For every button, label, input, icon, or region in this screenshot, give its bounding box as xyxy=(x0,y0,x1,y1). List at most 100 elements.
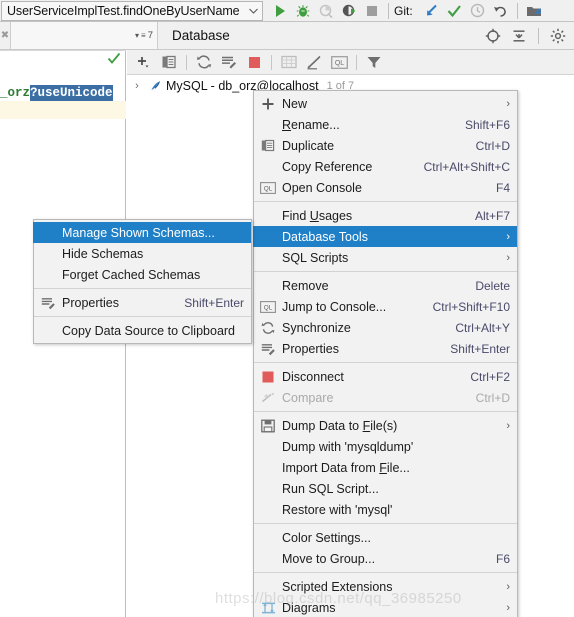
menu-item-dump-with-mysqldump[interactable]: Dump with 'mysqldump' xyxy=(254,436,517,457)
toolbar-divider-2 xyxy=(516,2,518,19)
menu-separator xyxy=(254,271,517,272)
submenu-item-manage-shown-schemas[interactable]: Manage Shown Schemas... xyxy=(33,222,251,243)
menu-item-label: Remove xyxy=(282,278,329,293)
hide-panel-icon[interactable]: ✖ xyxy=(0,22,10,49)
menu-item-shortcut: Ctrl+Alt+Shift+C xyxy=(423,159,510,174)
disconnect-button[interactable] xyxy=(242,51,266,73)
floppy-save-icon xyxy=(254,419,282,433)
mysql-dolphin-icon xyxy=(148,79,163,94)
menu-item-duplicate[interactable]: Duplicate Ctrl+D xyxy=(254,135,517,156)
git-history-button[interactable] xyxy=(467,1,489,21)
open-console-button[interactable]: QL xyxy=(327,51,351,73)
toolbar-divider-2 xyxy=(271,54,272,70)
menu-item-find-usages[interactable]: Find Usages Alt+F7 xyxy=(254,205,517,226)
menu-item-sql-scripts[interactable]: SQL Scripts › xyxy=(254,247,517,268)
chevron-right-icon: › xyxy=(506,97,510,110)
menu-item-label: Rename... xyxy=(282,117,340,132)
menu-item-shortcut: F4 xyxy=(495,180,510,195)
checkmark-ok-icon xyxy=(107,52,121,65)
svg-text:QL: QL xyxy=(264,304,273,311)
run-configuration-label: UserServiceImplTest.findOneByUserName xyxy=(7,3,240,18)
menu-item-copy-reference[interactable]: Copy Reference Ctrl+Alt+Shift+C xyxy=(254,156,517,177)
menu-item-disconnect[interactable]: Disconnect Ctrl+F2 xyxy=(254,366,517,387)
menu-item-new[interactable]: New › xyxy=(254,93,517,114)
project-structure-button[interactable] xyxy=(523,1,545,21)
properties-button[interactable] xyxy=(217,51,241,73)
panel-header-row: ✖ ▾ ≡ 7 Database xyxy=(0,22,574,50)
menu-separator xyxy=(254,201,517,202)
chevron-right-icon: › xyxy=(506,419,510,432)
watermark: https://blog.csdn.net/qq_36985250 xyxy=(215,590,462,607)
menu-item-compare: Compare Ctrl+D xyxy=(254,387,517,408)
run-with-coverage-button[interactable] xyxy=(315,1,337,21)
database-tools-submenu[interactable]: Manage Shown Schemas... Hide Schemas Forge… xyxy=(33,219,252,344)
gear-icon[interactable] xyxy=(546,24,570,48)
menu-item-label: Dump Data to File(s) xyxy=(282,418,398,433)
add-data-source-button[interactable] xyxy=(132,51,156,73)
menu-item-label: Dump with 'mysqldump' xyxy=(282,439,414,454)
properties-wrench-icon xyxy=(254,342,282,356)
toolbar-divider-3 xyxy=(356,54,357,70)
run-configuration-selector[interactable]: UserServiceImplTest.findOneByUserName xyxy=(1,0,263,21)
menu-item-restore-with-mysql[interactable]: Restore with 'mysql' xyxy=(254,499,517,520)
search-input[interactable]: ▾ ≡ 7 xyxy=(10,22,158,49)
submenu-item-copy-data-source-to-clipboard[interactable]: Copy Data Source to Clipboard xyxy=(34,320,251,341)
submenu-item-hide-schemas[interactable]: Hide Schemas xyxy=(34,243,251,264)
red-square-icon xyxy=(254,371,282,383)
git-commit-button[interactable] xyxy=(444,1,466,21)
git-rollback-button[interactable] xyxy=(490,1,512,21)
menu-item-database-tools[interactable]: Database Tools › xyxy=(253,226,517,247)
git-update-button[interactable] xyxy=(421,1,443,21)
editor-top-rule xyxy=(0,50,126,51)
menu-item-shortcut: Ctrl+Shift+F10 xyxy=(432,299,510,314)
menu-item-label: Copy Reference xyxy=(282,159,373,174)
toolbar-divider xyxy=(186,54,187,70)
menu-item-label: Find Usages xyxy=(282,208,353,223)
menu-separator xyxy=(34,316,251,317)
menu-item-shortcut: Shift+F6 xyxy=(464,117,510,132)
menu-separator xyxy=(254,411,517,412)
menu-item-label: Database Tools xyxy=(282,229,368,244)
editor-code-line[interactable]: _orz ?useUnicode xyxy=(0,84,126,101)
chevron-right-icon[interactable]: › xyxy=(129,80,145,92)
debug-button[interactable] xyxy=(292,1,314,21)
collapse-all-icon[interactable] xyxy=(507,24,531,48)
menu-item-label: Synchronize xyxy=(282,320,351,335)
menu-item-synchronize[interactable]: Synchronize Ctrl+Alt+Y xyxy=(254,317,517,338)
jump-to-data-button[interactable] xyxy=(277,51,301,73)
chevron-down-icon xyxy=(243,8,258,14)
menu-item-shortcut: Alt+F7 xyxy=(474,208,510,223)
menu-item-properties[interactable]: Properties Shift+Enter xyxy=(254,338,517,359)
menu-item-shortcut: Ctrl+D xyxy=(475,390,510,405)
copy-icon xyxy=(254,139,282,153)
run-button[interactable] xyxy=(269,1,291,21)
context-menu[interactable]: New › Rename... Shift+F6 Duplicate Ctrl+D Copy… xyxy=(253,90,518,617)
editor-highlight-line xyxy=(0,101,126,119)
duplicate-button[interactable] xyxy=(157,51,181,73)
stop-button[interactable] xyxy=(361,1,383,21)
menu-item-shortcut: Ctrl+Alt+Y xyxy=(455,320,510,335)
menu-item-label: Move to Group... xyxy=(282,551,376,566)
main-toolbar: UserServiceImplTest.findOneByUserName Gi… xyxy=(0,0,574,22)
menu-item-move-to-group[interactable]: Move to Group... F6 xyxy=(254,548,517,569)
filter-button[interactable] xyxy=(362,51,386,73)
menu-item-jump-to-console[interactable]: QL Jump to Console... Ctrl+Shift+F10 xyxy=(254,296,517,317)
edit-data-button[interactable] xyxy=(302,51,326,73)
menu-item-color-settings[interactable]: Color Settings... xyxy=(254,527,517,548)
plus-icon xyxy=(254,97,282,111)
run-profiler-button[interactable] xyxy=(338,1,360,21)
target-crosshair-icon[interactable] xyxy=(481,24,505,48)
search-count: 7 xyxy=(147,30,153,41)
ql-console-icon: QL xyxy=(254,181,282,194)
menu-item-import-data-from-file[interactable]: Import Data from File... xyxy=(254,457,517,478)
menu-item-run-sql-script[interactable]: Run SQL Script... xyxy=(254,478,517,499)
synchronize-button[interactable] xyxy=(192,51,216,73)
submenu-item-forget-cached-schemas[interactable]: Forget Cached Schemas xyxy=(34,264,251,285)
submenu-item-properties[interactable]: Properties Shift+Enter xyxy=(34,292,251,313)
menu-item-remove[interactable]: Remove Delete xyxy=(254,275,517,296)
chevron-down-icon: ▾ xyxy=(135,31,140,40)
menu-item-rename[interactable]: Rename... Shift+F6 xyxy=(254,114,517,135)
menu-item-dump-data-to-files[interactable]: Dump Data to File(s) › xyxy=(254,415,517,436)
chevron-right-icon: › xyxy=(506,580,510,593)
menu-item-open-console[interactable]: QL Open Console F4 xyxy=(254,177,517,198)
